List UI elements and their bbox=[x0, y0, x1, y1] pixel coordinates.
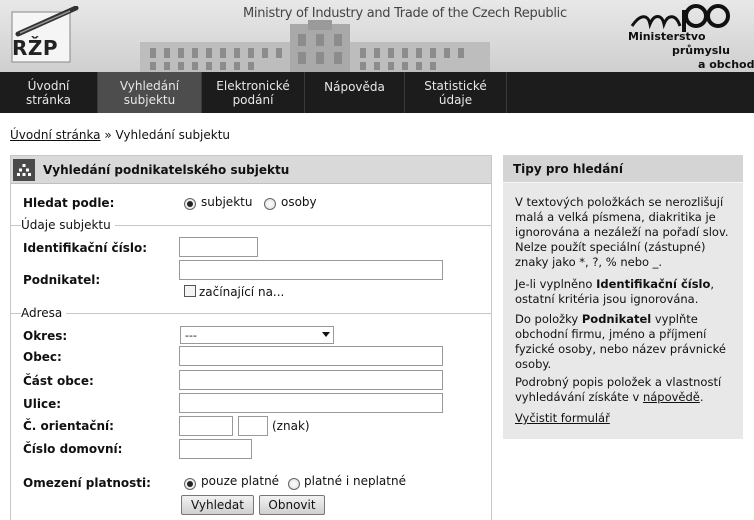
nav-item-home[interactable]: Úvodní stránka bbox=[0, 72, 98, 113]
main-navigation: Úvodní stránka Vyhledání subjektu Elektron… bbox=[0, 72, 754, 113]
tip-help-post: . bbox=[699, 390, 704, 404]
tips-title: Tipy pro hledání bbox=[513, 162, 623, 176]
section-subject-label: Údaje subjektu bbox=[21, 218, 115, 232]
okres-label: Okres: bbox=[23, 329, 68, 343]
tip-ico-pre: Je-li vyplněno bbox=[515, 277, 597, 291]
starts-with-label: začínající na... bbox=[199, 285, 285, 299]
search-by-person-label: osoby bbox=[281, 195, 317, 209]
cislo-domovni-input[interactable] bbox=[179, 439, 252, 459]
c-orientacni-znak-input[interactable] bbox=[238, 416, 268, 436]
search-form-title: Vyhledání podnikatelského subjektu bbox=[43, 163, 290, 177]
cast-obce-label: Část obce: bbox=[23, 374, 94, 388]
obec-label: Obec: bbox=[23, 350, 62, 364]
chevron-down-icon bbox=[322, 332, 330, 337]
tip-help: Podrobný popis položek a vlastností vyhl… bbox=[515, 375, 737, 405]
omezeni-valid-only-label: pouze platné bbox=[201, 474, 280, 488]
nav-item-home-line1: Úvodní bbox=[27, 78, 70, 93]
mpo-logo-line3: a obchodu bbox=[698, 58, 754, 71]
omezeni-label: Omezení platnosti: bbox=[23, 476, 151, 490]
obec-input[interactable] bbox=[179, 346, 443, 366]
breadcrumb-current: Vyhledání subjektu bbox=[115, 128, 231, 142]
tip-clear: Vyčistit formulář bbox=[515, 411, 737, 426]
search-button[interactable]: Vyhledat bbox=[181, 495, 254, 515]
nav-item-search-subject-line1: Vyhledání bbox=[119, 78, 180, 93]
tip-podnikatel-pre: Do položky bbox=[515, 312, 582, 326]
nav-item-statistics-line1: Statistické bbox=[424, 78, 487, 93]
ico-input[interactable] bbox=[179, 237, 258, 257]
podnikatel-input[interactable] bbox=[179, 260, 443, 280]
help-link[interactable]: nápovědě bbox=[643, 390, 700, 404]
breadcrumb: Úvodní stránka » Vyhledání subjektu bbox=[10, 128, 230, 142]
podnikatel-label: Podnikatel: bbox=[23, 273, 101, 287]
nav-item-electronic-submission[interactable]: Elektronické podání bbox=[202, 72, 305, 113]
breadcrumb-home-link[interactable]: Úvodní stránka bbox=[10, 128, 101, 142]
ulice-input[interactable] bbox=[179, 393, 443, 413]
breadcrumb-separator: » bbox=[104, 128, 112, 142]
refresh-button[interactable]: Obnovit bbox=[259, 495, 325, 515]
cast-obce-input[interactable] bbox=[179, 370, 443, 390]
nav-item-help-line1: Nápověda bbox=[324, 80, 385, 94]
mpo-logo-line2: průmyslu bbox=[672, 44, 730, 57]
nav-item-statistics-line2: údaje bbox=[438, 92, 473, 107]
nav-item-search-subject[interactable]: Vyhledání subjektu bbox=[98, 72, 202, 113]
omezeni-all-radio[interactable] bbox=[288, 478, 300, 490]
nav-item-statistics[interactable]: Statistické údaje bbox=[405, 72, 507, 113]
znak-label: (znak) bbox=[272, 419, 310, 433]
okres-select-value: --- bbox=[185, 329, 197, 342]
omezeni-all-label: platné i neplatné bbox=[304, 474, 406, 488]
starts-with-checkbox[interactable] bbox=[184, 285, 196, 297]
tip-podnikatel: Do položky Podnikatel vyplňte obchodní f… bbox=[515, 312, 737, 372]
search-form-header: Vyhledání podnikatelského subjektu bbox=[11, 156, 491, 184]
search-by-label: Hledat podle: bbox=[23, 196, 115, 210]
header-title: Ministry of Industry and Trade of the Cz… bbox=[243, 6, 567, 21]
nav-item-electronic-submission-line2: podání bbox=[232, 92, 274, 107]
nav-item-help[interactable]: Nápověda bbox=[305, 72, 405, 113]
cislo-domovni-label: Číslo domovní: bbox=[23, 442, 123, 456]
nav-item-search-subject-line2: subjektu bbox=[123, 92, 176, 107]
search-tips-panel: Tipy pro hledání V textových položkách s… bbox=[503, 155, 743, 439]
nav-item-electronic-submission-line1: Elektronické bbox=[216, 78, 290, 93]
search-form-panel: Vyhledání podnikatelského subjektu Hleda… bbox=[10, 155, 492, 520]
section-address-label: Adresa bbox=[21, 306, 67, 320]
ulice-label: Ulice: bbox=[23, 397, 62, 411]
tip-no-wildcards: Nelze použít speciální (zástupné) znaky … bbox=[515, 240, 706, 269]
mpo-logo-line1: Ministerstvo bbox=[628, 30, 706, 43]
ministry-building-image bbox=[140, 20, 490, 72]
hierarchy-icon bbox=[13, 159, 35, 181]
ico-label: Identifikační číslo: bbox=[23, 241, 148, 255]
nav-item-home-line2: stránka bbox=[26, 92, 71, 107]
c-orientacni-input[interactable] bbox=[179, 416, 233, 436]
search-by-subject-label: subjektu bbox=[201, 195, 253, 209]
search-by-subject-radio[interactable] bbox=[184, 198, 196, 210]
site-header: RŽP Ministry of Industry and Trade of th… bbox=[0, 0, 754, 72]
okres-select[interactable]: --- bbox=[180, 326, 334, 344]
rzp-logo-text: RŽP bbox=[12, 36, 59, 60]
tip-podnikatel-bold: Podnikatel bbox=[581, 312, 652, 326]
search-by-person-radio[interactable] bbox=[264, 198, 276, 210]
section-divider bbox=[11, 313, 491, 314]
tip-case-insensitive: V textových položkách se nerozlišují mal… bbox=[515, 195, 729, 239]
omezeni-valid-only-radio[interactable] bbox=[184, 478, 196, 490]
tips-header: Tipy pro hledání bbox=[503, 155, 743, 183]
tip-ico-priority: Je-li vyplněno Identifikační číslo, osta… bbox=[515, 277, 737, 307]
c-orientacni-label: Č. orientační: bbox=[23, 419, 114, 433]
clear-form-link[interactable]: Vyčistit formulář bbox=[515, 411, 610, 425]
tip-ico-bold: Identifikační číslo bbox=[596, 277, 711, 291]
